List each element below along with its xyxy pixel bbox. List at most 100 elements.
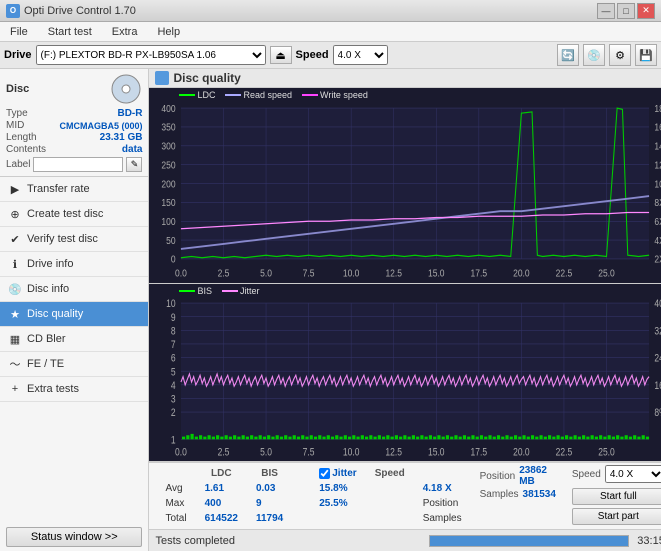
quality-header: Disc quality: [149, 69, 661, 88]
svg-text:350: 350: [162, 122, 176, 133]
svg-text:8: 8: [171, 325, 176, 337]
nav-label-transfer-rate: Transfer rate: [27, 183, 90, 195]
mid-value: CMCMAGBA5 (000): [59, 121, 142, 131]
cd-bler-icon: ▦: [8, 332, 22, 346]
svg-text:100: 100: [162, 216, 176, 227]
label-input[interactable]: [33, 157, 123, 172]
svg-text:17.5: 17.5: [471, 447, 488, 459]
svg-text:2: 2: [171, 407, 176, 419]
samples-label-2: Samples: [480, 489, 519, 500]
refresh-button[interactable]: 🔄: [557, 44, 579, 66]
svg-text:8X: 8X: [655, 198, 661, 209]
speed-select[interactable]: 4.0 X: [333, 45, 388, 65]
svg-text:3: 3: [171, 393, 176, 405]
status-window-button[interactable]: Status window >>: [6, 527, 142, 547]
col-ldc-header: LDC: [197, 467, 246, 480]
fe-te-icon: 〜: [8, 357, 22, 371]
sidebar-item-transfer-rate[interactable]: ▶ Transfer rate: [0, 177, 148, 202]
disc-info-icon: 💿: [8, 282, 22, 296]
svg-text:10: 10: [167, 298, 177, 310]
sidebar-item-extra-tests[interactable]: + Extra tests: [0, 377, 148, 402]
svg-text:12X: 12X: [655, 160, 661, 171]
sidebar-item-cd-bler[interactable]: ▦ CD Bler: [0, 327, 148, 352]
transfer-rate-icon: ▶: [8, 182, 22, 196]
drive-toolbar: Drive (F:) PLEXTOR BD-R PX-LB950SA 1.06 …: [0, 42, 661, 69]
main-layout: Disc Type BD-R MID CMCMAGBA5 (000) Lengt…: [0, 69, 661, 551]
speed-dropdown[interactable]: 4.0 X: [605, 465, 661, 483]
svg-text:4: 4: [171, 380, 176, 392]
type-value: BD-R: [117, 108, 142, 119]
status-text: Tests completed: [155, 535, 421, 547]
nav-label-verify-test: Verify test disc: [27, 233, 98, 245]
close-button[interactable]: ✕: [637, 3, 655, 19]
jitter-col-header: Jitter: [332, 468, 356, 479]
total-ldc: 614522: [197, 512, 246, 525]
drive-label: Drive: [4, 49, 32, 61]
svg-text:24%: 24%: [655, 353, 661, 365]
menu-extra[interactable]: Extra: [106, 24, 144, 40]
svg-text:2.5: 2.5: [218, 268, 230, 279]
svg-text:10.0: 10.0: [343, 447, 360, 459]
sidebar-item-fe-te[interactable]: 〜 FE / TE: [0, 352, 148, 377]
write-speed-legend: Write speed: [302, 90, 368, 100]
jitter-checkbox[interactable]: [319, 468, 330, 479]
disc-graphic: [110, 73, 142, 105]
bis-legend: BIS: [179, 286, 212, 296]
total-bis: 11794: [248, 512, 291, 525]
svg-text:8%: 8%: [655, 407, 661, 419]
minimize-button[interactable]: —: [597, 3, 615, 19]
svg-text:32%: 32%: [655, 325, 661, 337]
svg-text:10.0: 10.0: [343, 268, 360, 279]
svg-text:200: 200: [162, 179, 176, 190]
ldc-chart: LDC Read speed Write speed: [149, 88, 661, 284]
menu-help[interactable]: Help: [151, 24, 186, 40]
maximize-button[interactable]: □: [617, 3, 635, 19]
save-button[interactable]: 💾: [635, 44, 657, 66]
samples-value: 381534: [523, 489, 556, 500]
jitter-checkbox-container[interactable]: Jitter: [311, 467, 364, 480]
position-label-2: Position: [480, 471, 516, 482]
progress-bar-fill: [430, 536, 628, 546]
svg-text:1: 1: [171, 434, 176, 446]
settings-button[interactable]: ⚙: [609, 44, 631, 66]
menu-start-test[interactable]: Start test: [42, 24, 98, 40]
svg-text:15.0: 15.0: [428, 447, 445, 459]
svg-text:25.0: 25.0: [599, 268, 616, 279]
svg-text:250: 250: [162, 160, 176, 171]
avg-jitter: 15.8%: [311, 482, 412, 495]
avg-label: Avg: [157, 482, 194, 495]
nav-label-disc-info: Disc info: [27, 283, 69, 295]
svg-text:6X: 6X: [655, 216, 661, 227]
svg-text:12.5: 12.5: [386, 447, 403, 459]
mid-label: MID: [6, 120, 24, 131]
svg-text:5.0: 5.0: [261, 447, 273, 459]
disc-label-label: Label: [6, 159, 30, 170]
sidebar-item-disc-info[interactable]: 💿 Disc info: [0, 277, 148, 302]
sidebar-item-create-test-disc[interactable]: ⊕ Create test disc: [0, 202, 148, 227]
svg-text:18X: 18X: [655, 103, 661, 114]
start-full-button[interactable]: Start full: [572, 488, 661, 505]
start-part-button[interactable]: Start part: [572, 508, 661, 525]
action-buttons: Speed 4.0 X Start full Start part: [572, 465, 661, 525]
sidebar-item-drive-info[interactable]: ℹ Drive info: [0, 252, 148, 277]
avg-speed: 4.18 X: [415, 482, 470, 495]
jitter-legend: Jitter: [222, 286, 260, 296]
svg-text:2.5: 2.5: [218, 447, 230, 459]
drive-select[interactable]: (F:) PLEXTOR BD-R PX-LB950SA 1.06: [36, 45, 266, 65]
progress-bar-container: [429, 535, 629, 547]
col-bis-header: BIS: [248, 467, 291, 480]
max-jitter: 25.5%: [311, 497, 412, 510]
drive-eject-button[interactable]: ⏏: [270, 46, 292, 64]
svg-text:25.0: 25.0: [599, 447, 616, 459]
nav-label-cd-bler: CD Bler: [27, 333, 66, 345]
label-edit-button[interactable]: ✎: [126, 157, 142, 172]
nav-label-create-test: Create test disc: [27, 208, 103, 220]
disc-button[interactable]: 💿: [583, 44, 605, 66]
menu-file[interactable]: File: [4, 24, 34, 40]
sidebar-item-verify-test-disc[interactable]: ✔ Verify test disc: [0, 227, 148, 252]
length-label: Length: [6, 132, 37, 143]
position-value: 23862 MB: [519, 465, 556, 487]
avg-ldc: 1.61: [197, 482, 246, 495]
sidebar-item-disc-quality[interactable]: ★ Disc quality: [0, 302, 148, 327]
nav-label-extra-tests: Extra tests: [27, 383, 79, 395]
